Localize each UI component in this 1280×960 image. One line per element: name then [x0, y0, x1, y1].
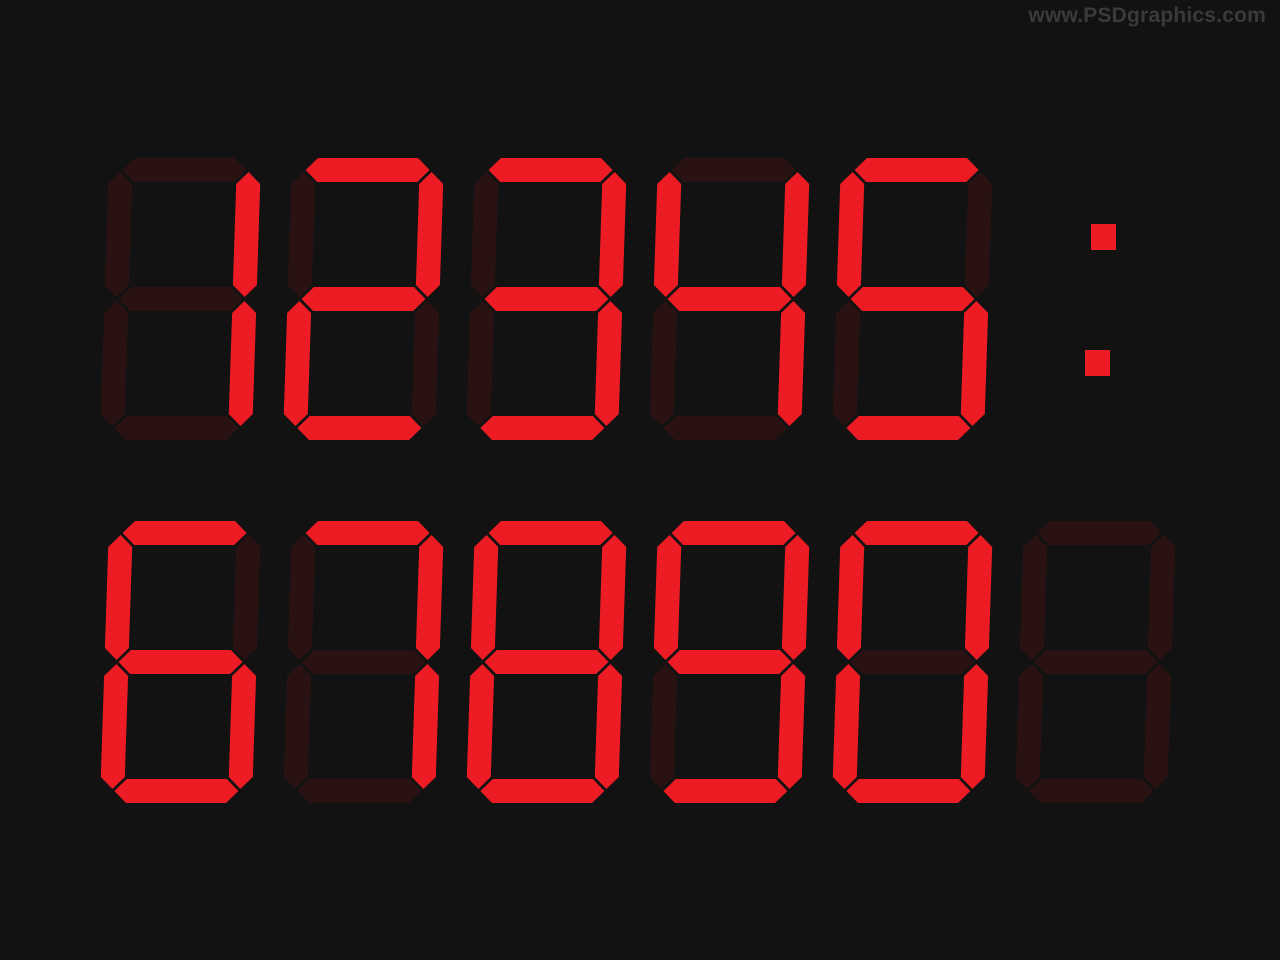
segment-top-off: [1037, 521, 1162, 545]
segment-top-left-off: [1019, 535, 1048, 660]
segment-top-right-off: [232, 535, 261, 660]
segment-top-left-on: [653, 172, 682, 297]
segment-bottom-on: [480, 779, 605, 803]
segment-bottom-right-on: [594, 664, 623, 789]
segment-bottom-on: [846, 416, 971, 440]
segment-top-left-off: [104, 172, 133, 297]
segment-bottom-left-off: [283, 664, 312, 789]
segment-top-left-off: [287, 172, 316, 297]
digit-6: [100, 521, 261, 803]
segment-bottom-right-on: [411, 664, 440, 789]
segment-middle-on: [667, 287, 792, 311]
segment-bottom-right-on: [594, 301, 623, 426]
segment-bottom-on: [297, 416, 422, 440]
segment-bottom-right-off: [411, 301, 440, 426]
segment-bottom-left-on: [283, 301, 312, 426]
segment-bottom-right-on: [960, 301, 989, 426]
segment-bottom-off: [663, 416, 788, 440]
segment-bottom-right-on: [777, 664, 806, 789]
segment-top-right-on: [781, 535, 810, 660]
digit-8: [466, 521, 627, 803]
segment-top-left-on: [836, 172, 865, 297]
digit-0: [832, 521, 993, 803]
segment-top-on: [854, 158, 979, 182]
seven-segment-display: [100, 158, 1176, 803]
segment-top-right-on: [598, 172, 627, 297]
segment-middle-on: [484, 287, 609, 311]
segment-bottom-off: [1029, 779, 1154, 803]
digit-4: [649, 158, 810, 440]
segment-bottom-on: [480, 416, 605, 440]
segment-bottom-left-off: [1015, 664, 1044, 789]
segment-bottom-on: [846, 779, 971, 803]
colon-dot-top: [1091, 224, 1116, 250]
segment-top-left-on: [836, 535, 865, 660]
segment-bottom-right-on: [228, 664, 257, 789]
segment-top-on: [854, 521, 979, 545]
segment-top-right-on: [964, 535, 993, 660]
digit-3: [466, 158, 627, 440]
segment-top-left-on: [470, 535, 499, 660]
segment-bottom-left-off: [649, 301, 678, 426]
colon-separator: [1085, 224, 1116, 376]
segment-bottom-left-on: [832, 664, 861, 789]
segment-top-right-on: [415, 535, 444, 660]
segment-top-left-off: [470, 172, 499, 297]
segment-top-left-on: [104, 535, 133, 660]
colon-dot-bottom: [1085, 350, 1110, 376]
segment-bottom-left-off: [100, 301, 129, 426]
segment-middle-off: [118, 287, 243, 311]
segment-top-on: [122, 521, 247, 545]
segment-bottom-left-off: [832, 301, 861, 426]
segment-top-off: [122, 158, 247, 182]
digit-5: [832, 158, 993, 440]
segment-bottom-off: [114, 416, 239, 440]
segment-top-left-on: [653, 535, 682, 660]
segment-bottom-left-off: [466, 301, 495, 426]
segment-bottom-off: [297, 779, 422, 803]
segment-top-on: [488, 158, 613, 182]
digit-1: [100, 158, 261, 440]
segment-top-on: [671, 521, 796, 545]
segment-bottom-right-on: [228, 301, 257, 426]
segment-middle-off: [301, 650, 426, 674]
segment-top-on: [305, 521, 430, 545]
segment-middle-on: [118, 650, 243, 674]
segment-top-on: [488, 521, 613, 545]
digit-7: [283, 521, 444, 803]
segment-bottom-left-on: [100, 664, 129, 789]
segment-bottom-on: [663, 779, 788, 803]
segment-top-right-off: [964, 172, 993, 297]
segment-top-off: [671, 158, 796, 182]
segment-top-on: [305, 158, 430, 182]
segment-middle-on: [484, 650, 609, 674]
row-bottom: [100, 521, 1176, 803]
segment-top-right-on: [415, 172, 444, 297]
segment-bottom-left-off: [649, 664, 678, 789]
segment-bottom-left-on: [466, 664, 495, 789]
segment-middle-on: [850, 287, 975, 311]
segment-middle-on: [667, 650, 792, 674]
segment-top-right-on: [232, 172, 261, 297]
segment-top-right-on: [781, 172, 810, 297]
segment-top-right-on: [598, 535, 627, 660]
segment-top-left-off: [287, 535, 316, 660]
row-top: [100, 158, 1116, 440]
segment-top-right-off: [1147, 535, 1176, 660]
segment-middle-off: [1033, 650, 1158, 674]
segment-bottom-right-off: [1143, 664, 1172, 789]
segment-middle-off: [850, 650, 975, 674]
digit-2: [283, 158, 444, 440]
segment-bottom-right-on: [777, 301, 806, 426]
digit-9: [649, 521, 810, 803]
segment-bottom-on: [114, 779, 239, 803]
digit-blank: [1015, 521, 1176, 803]
segment-middle-on: [301, 287, 426, 311]
segment-bottom-right-on: [960, 664, 989, 789]
